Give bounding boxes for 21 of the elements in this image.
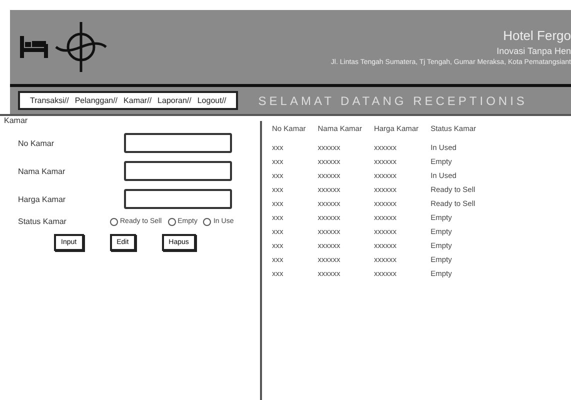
radio-button[interactable] (203, 218, 212, 226)
input-field[interactable] (124, 161, 232, 181)
bed-icon (20, 36, 48, 58)
menu-link[interactable]: Logout// (197, 96, 226, 105)
input-field[interactable] (124, 189, 232, 209)
radio-button[interactable] (110, 218, 118, 226)
panel-legend: Kamar (2, 116, 30, 125)
field-label: No Kamar (18, 138, 56, 148)
radio-button[interactable] (168, 218, 176, 226)
menu-link[interactable]: Pelanggan// (74, 96, 118, 105)
input-field[interactable] (124, 133, 232, 153)
menu-link[interactable]: Transaksi// (30, 96, 69, 105)
hotel-tagline: Inovasi Tanpa Hen (496, 46, 571, 56)
field-label: Status Kamar (18, 217, 68, 226)
crosshair-emblem-icon (54, 20, 108, 74)
field-label: Harga Kamar (18, 194, 67, 204)
hotel-name: Hotel Fergo (503, 28, 571, 43)
menu-link[interactable]: Laporan// (158, 96, 192, 105)
menu-link[interactable]: Kamar// (124, 96, 152, 105)
field-label: Nama Kamar (18, 166, 66, 176)
welcome-title: SELAMAT DATANG RECEPTIONIS (258, 94, 528, 108)
